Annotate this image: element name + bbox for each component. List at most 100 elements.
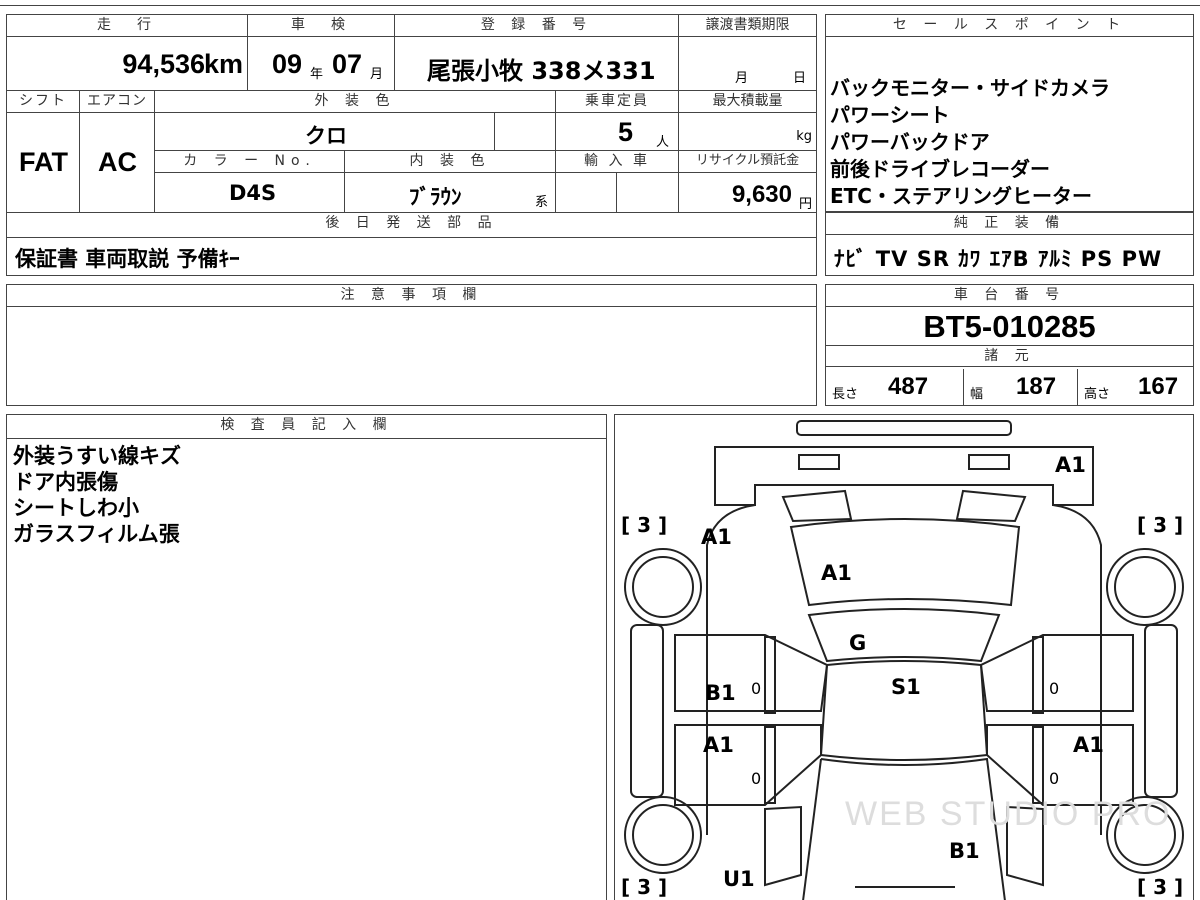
- color-no-label: カ ラ ー No.: [155, 151, 345, 173]
- sales-point-item: パワーシート: [830, 103, 950, 127]
- top-cropped-strip: [0, 0, 1200, 6]
- chassis-box: 車 台 番 号 BT5-010285 諸 元 長さ 487 幅 187 高さ 1…: [825, 284, 1194, 406]
- transfer-doc-label: 譲渡書類期限: [679, 15, 816, 37]
- shaken-month-unit: 月: [370, 67, 384, 82]
- inspector-box: 検 査 員 記 入 欄 外装うすい線キズ ドア内張傷 シートしわ小 ガラスフィル…: [6, 414, 607, 900]
- genuine-equipment-value: ﾅﾋﾞ TV SR ｶﾜ ｴｱB ｱﾙﾐ PS PW: [834, 247, 1163, 271]
- spec-label: 諸 元: [826, 345, 1193, 367]
- notes-box: 注 意 事 項 欄: [6, 284, 817, 406]
- mileage-unit: km: [203, 49, 243, 79]
- mark-front-left-fender: A1: [701, 525, 732, 549]
- later-parts-box: 保証書 車両取説 予備ｷｰ: [6, 236, 817, 276]
- car-diagram-box: A1 A1 A1 G S1 B1 A1 A1 B1 U1 0 0 0 0 [ 3…: [614, 414, 1194, 900]
- height-label: 高さ: [1084, 387, 1111, 402]
- capacity-value: 5: [618, 117, 634, 147]
- inspector-lines: 外装うすい線キズ ドア内張傷 シートしわ小 ガラスフィルム張: [13, 443, 181, 547]
- mark-left-rear-door: A1: [703, 733, 734, 757]
- capacity-cell: 5 人: [556, 113, 679, 151]
- registration-value: 尾張小牧 338メ331: [427, 57, 656, 85]
- interior-color-suffix: 系: [535, 195, 549, 210]
- chassis-label: 車 台 番 号: [826, 285, 1193, 307]
- mileage-value: 94,536: [122, 49, 205, 79]
- shaken-label: 車 検: [248, 15, 395, 37]
- inspector-line: 外装うすい線キズ: [13, 444, 181, 468]
- capacity-unit: 人: [656, 135, 670, 150]
- height-value: 167: [1138, 373, 1179, 400]
- import-label: 輸 入 車: [556, 151, 679, 173]
- chassis-value: BT5-010285: [923, 309, 1096, 344]
- mark-windshield: G: [849, 631, 867, 655]
- shaken-year-unit: 年: [310, 67, 324, 82]
- shaken-cell: 09 年 07 月: [248, 37, 395, 91]
- mark-bottom-left: U1: [723, 867, 755, 891]
- capacity-label: 乗車定員: [556, 91, 679, 113]
- max-load-cell: kg: [679, 113, 816, 151]
- exterior-color-cell: クロ: [155, 113, 495, 151]
- registration-label: 登 録 番 号: [395, 15, 679, 37]
- vehicle-info-grid: 走 行 車 検 登 録 番 号 譲渡書類期限 94,536 km 09 年 07…: [6, 14, 817, 238]
- aircon-value: AC: [98, 147, 137, 177]
- recycle-cell: 9,630 円: [679, 173, 816, 213]
- mark-left-front-door-small: 0: [751, 679, 762, 698]
- tire-front-left: [ 3 ]: [619, 513, 670, 537]
- max-load-unit: kg: [796, 129, 812, 144]
- mark-roof: S1: [891, 675, 921, 699]
- shift-label: シフト: [7, 91, 80, 113]
- interior-color-cell: ﾌﾞﾗｳﾝ 系: [345, 173, 556, 213]
- exterior-color-label: 外 装 色: [155, 91, 556, 113]
- color-no-cell: D4S: [155, 173, 345, 213]
- sales-point-item: 前後ドライブレコーダー: [830, 157, 1050, 181]
- sales-points-list: バックモニター・サイドカメラ パワーシート パワーバックドア 前後ドライブレコー…: [830, 75, 1192, 210]
- inspector-line: シートしわ小: [13, 496, 139, 520]
- mark-hood: A1: [821, 561, 852, 585]
- transfer-doc-day: 日: [793, 71, 807, 86]
- length-label: 長さ: [832, 387, 859, 402]
- shift-value: FAT: [19, 147, 68, 177]
- width-value: 187: [1016, 373, 1057, 400]
- mileage-label: 走 行: [7, 15, 248, 37]
- width-label: 幅: [970, 387, 984, 402]
- transfer-doc-month: 月: [735, 71, 749, 86]
- recycle-value: 9,630: [731, 181, 792, 208]
- aircon-label: エアコン: [80, 91, 155, 113]
- sales-point-item: ETC・ステアリングヒーター: [830, 184, 1092, 208]
- later-parts-label: 後 日 発 送 部 品: [7, 213, 816, 237]
- shift-cell: FAT: [7, 113, 80, 213]
- genuine-equipment-box: 純 正 装 備 ﾅﾋﾞ TV SR ｶﾜ ｴｱB ｱﾙﾐ PS PW: [825, 212, 1194, 276]
- interior-color-label: 内 装 色: [345, 151, 556, 173]
- shaken-year: 09: [272, 49, 303, 79]
- import-cell-a: [556, 173, 617, 213]
- recycle-unit: 円: [798, 197, 812, 212]
- interior-color-value: ﾌﾞﾗｳﾝ: [409, 185, 462, 209]
- tire-front-right: [ 3 ]: [1135, 513, 1186, 537]
- sales-points-label: セ ー ル ス ポ イ ン ト: [826, 15, 1193, 37]
- sales-point-item: パワーバックドア: [830, 130, 990, 154]
- inspector-line: ガラスフィルム張: [13, 522, 180, 546]
- shaken-month: 07: [332, 49, 363, 79]
- mark-right-rear-door-small: 0: [1049, 769, 1060, 788]
- width-cell: 幅 187: [964, 369, 1078, 405]
- registration-cell: 尾張小牧 338メ331: [395, 37, 679, 91]
- mileage-cell: 94,536 km: [7, 37, 248, 91]
- color-no-value: D4S: [229, 181, 277, 205]
- exterior-color-value: クロ: [305, 124, 347, 148]
- tire-rear-left: [ 3 ]: [619, 875, 670, 899]
- mark-bottom-center: B1: [949, 839, 980, 863]
- genuine-equipment-label: 純 正 装 備: [826, 213, 1193, 235]
- mark-right-front-door-small: 0: [1049, 679, 1060, 698]
- max-load-label: 最大積載量: [679, 91, 816, 113]
- inspector-line: ドア内張傷: [13, 470, 118, 494]
- sales-points-box: セ ー ル ス ポ イ ン ト バックモニター・サイドカメラ パワーシート パワ…: [825, 14, 1194, 212]
- import-cell-b: [617, 173, 679, 213]
- exterior-color-extra: [495, 113, 556, 151]
- length-cell: 長さ 487: [826, 369, 964, 405]
- inspector-label: 検 査 員 記 入 欄: [7, 415, 606, 439]
- aircon-cell: AC: [80, 113, 155, 213]
- mark-right-rear-door: A1: [1073, 733, 1104, 757]
- mark-left-front-door: B1: [705, 681, 736, 705]
- watermark: WEB STUDIO PRO: [845, 795, 1172, 833]
- tire-rear-right: [ 3 ]: [1135, 875, 1186, 899]
- mark-rear-top: A1: [1055, 453, 1086, 477]
- height-cell: 高さ 167: [1078, 369, 1193, 405]
- sales-point-item: バックモニター・サイドカメラ: [830, 76, 1110, 100]
